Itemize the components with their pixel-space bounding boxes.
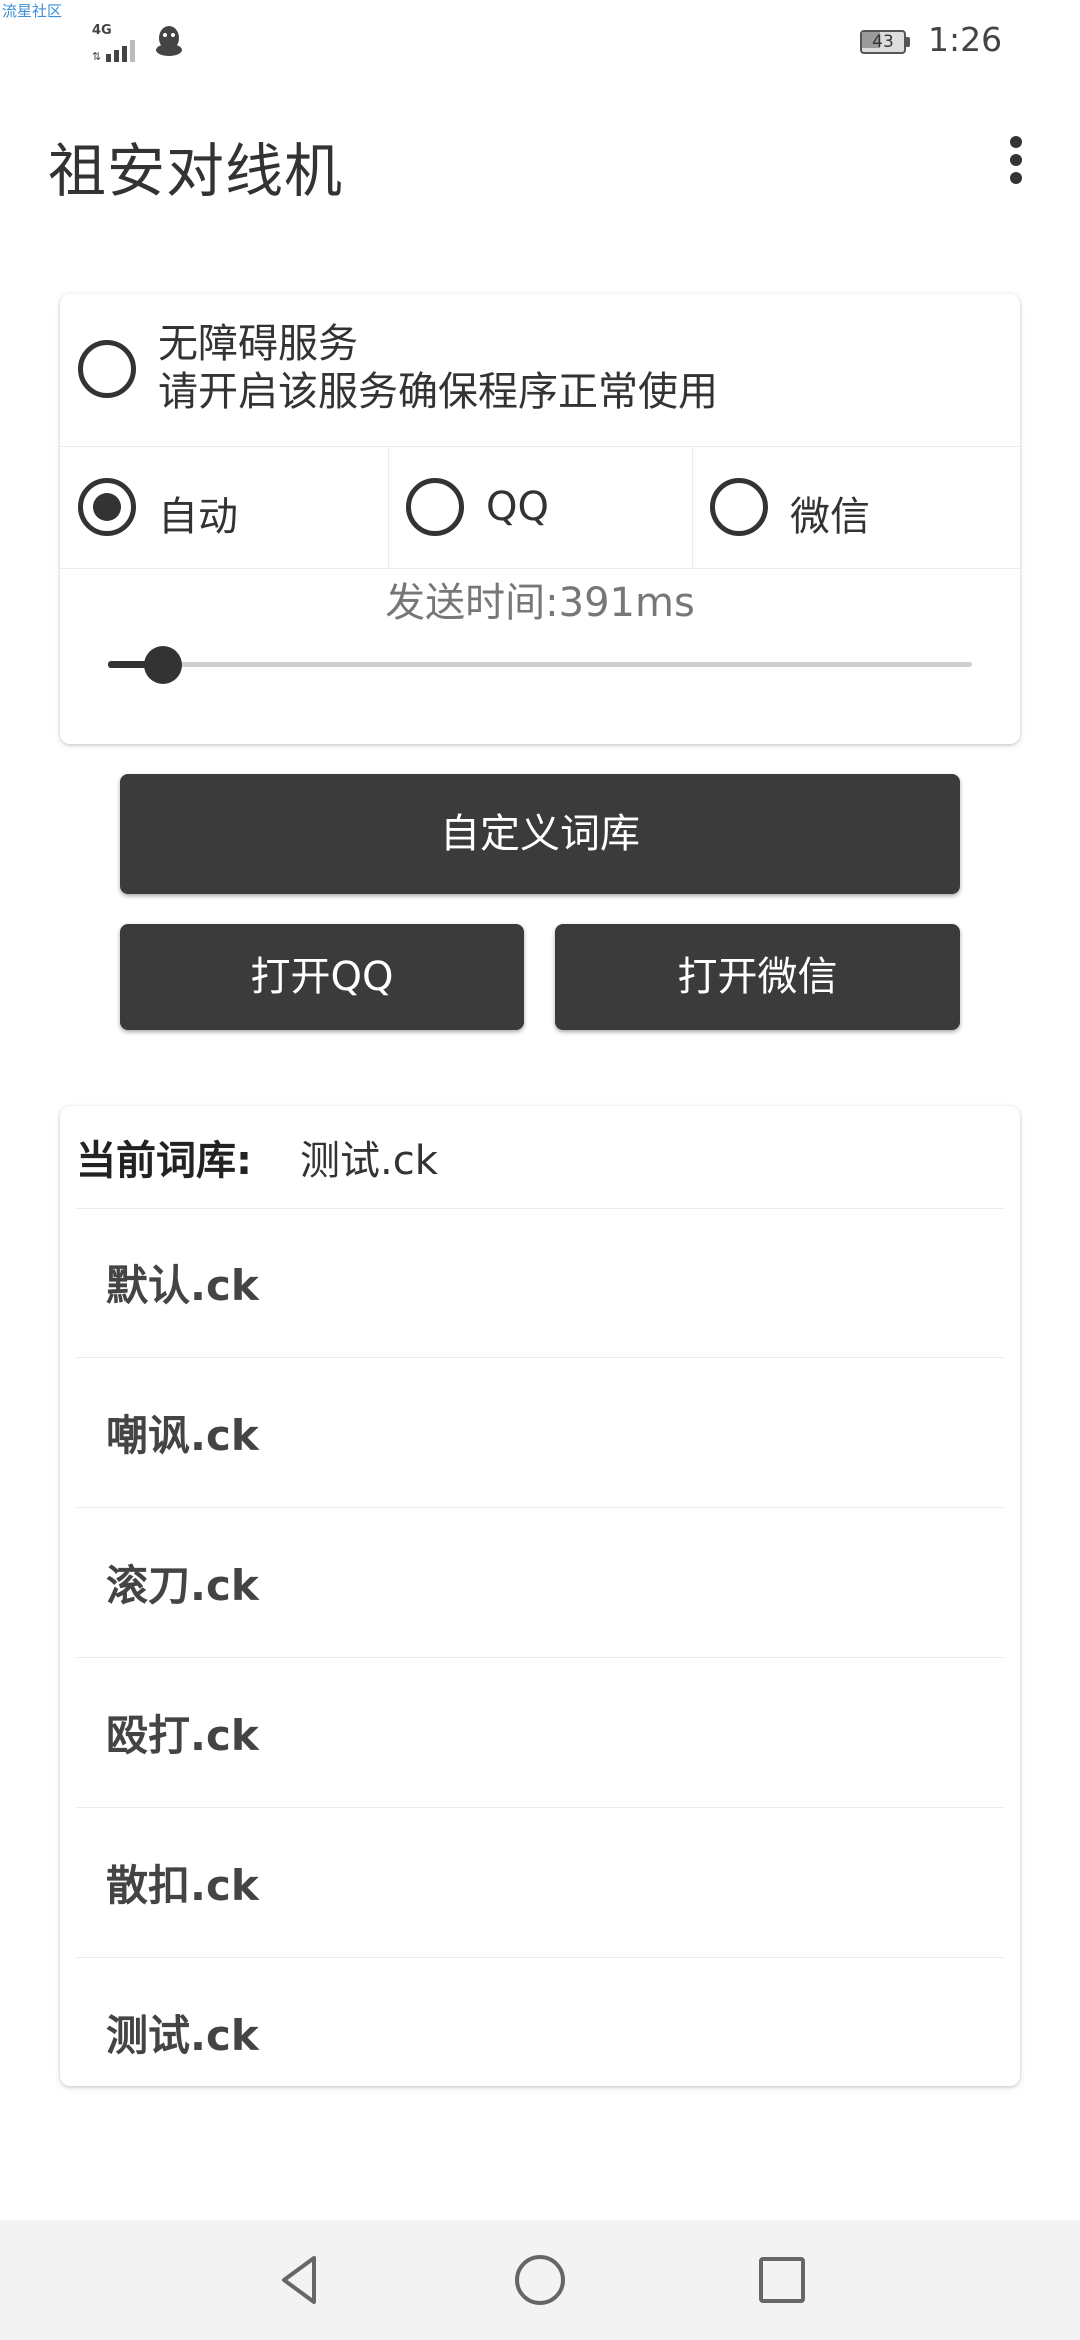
library-list: 默认.ck 嘲讽.ck 滚刀.ck 殴打.ck 散扣.ck 测试.ck: [76, 1208, 1004, 2107]
mode-label-auto: 自动: [158, 494, 238, 540]
open-qq-button[interactable]: 打开QQ: [120, 924, 524, 1030]
accessibility-description: 请开启该服务确保程序正常使用: [158, 369, 718, 415]
battery-level-text: 43: [872, 32, 894, 52]
mode-radio-auto[interactable]: [78, 478, 136, 536]
accessibility-radio[interactable]: [78, 340, 136, 398]
current-library-value: 测试.ck: [300, 1138, 438, 1184]
slider-track[interactable]: [108, 662, 972, 667]
library-item-label: 测试.ck: [106, 2011, 259, 2060]
clock: 1:26: [928, 20, 1003, 59]
more-vert-icon[interactable]: [1002, 130, 1030, 190]
library-item-label: 嘲讽.ck: [106, 1411, 259, 1460]
list-item[interactable]: 嘲讽.ck: [76, 1358, 1004, 1508]
open-wechat-button[interactable]: 打开微信: [555, 924, 960, 1030]
accessibility-service-option[interactable]: 无障碍服务 请开启该服务确保程序正常使用: [60, 294, 1020, 447]
recents-icon[interactable]: [752, 2250, 812, 2310]
mode-radio-wechat[interactable]: [710, 478, 768, 536]
send-time-slider[interactable]: [108, 644, 972, 684]
mode-radio-qq[interactable]: [406, 478, 464, 536]
signal-icon: 4G ⇅: [92, 23, 144, 62]
mode-option-auto[interactable]: 自动: [60, 446, 389, 568]
library-item-label: 散扣.ck: [106, 1861, 259, 1910]
accessibility-title: 无障碍服务: [158, 321, 358, 367]
qq-penguin-icon: [154, 24, 184, 58]
app-title: 祖安对线机: [48, 137, 344, 205]
current-library-row: 当前词库: 测试.ck: [76, 1106, 1004, 1209]
slider-thumb[interactable]: [144, 646, 182, 684]
battery-icon: 43: [860, 30, 912, 54]
list-item[interactable]: 测试.ck: [76, 1958, 1004, 2107]
mode-option-qq[interactable]: QQ: [388, 446, 693, 568]
send-time-label: 发送时间:391ms: [385, 580, 695, 626]
mode-label-wechat: 微信: [790, 494, 870, 540]
accessibility-text: 无障碍服务 请开启该服务确保程序正常使用: [158, 320, 718, 416]
library-card: 当前词库: 测试.ck 默认.ck 嘲讽.ck 滚刀.ck 殴打.ck 散扣.c…: [60, 1106, 1020, 2086]
library-item-label: 殴打.ck: [106, 1711, 259, 1760]
list-item[interactable]: 散扣.ck: [76, 1808, 1004, 1958]
custom-library-button[interactable]: 自定义词库: [120, 774, 960, 894]
status-bar: 4G ⇅ 43 1:26: [0, 0, 1080, 84]
current-library-label: 当前词库:: [76, 1138, 252, 1184]
mode-label-qq: QQ: [486, 484, 549, 530]
navigation-bar: [0, 2220, 1080, 2340]
list-item[interactable]: 滚刀.ck: [76, 1508, 1004, 1658]
svg-text:⇅: ⇅: [92, 50, 101, 62]
library-item-label: 默认.ck: [106, 1261, 259, 1310]
network-type: 4G: [92, 23, 112, 38]
list-item[interactable]: 殴打.ck: [76, 1658, 1004, 1808]
list-item[interactable]: 默认.ck: [76, 1208, 1004, 1358]
mode-selector: 自动 QQ 微信: [60, 446, 1020, 569]
library-item-label: 滚刀.ck: [106, 1561, 259, 1610]
mode-option-wechat[interactable]: 微信: [692, 446, 1020, 568]
back-icon[interactable]: [270, 2250, 330, 2310]
home-icon[interactable]: [510, 2250, 570, 2310]
settings-card: 无障碍服务 请开启该服务确保程序正常使用 自动 QQ 微信 发送时间:391ms: [60, 294, 1020, 744]
